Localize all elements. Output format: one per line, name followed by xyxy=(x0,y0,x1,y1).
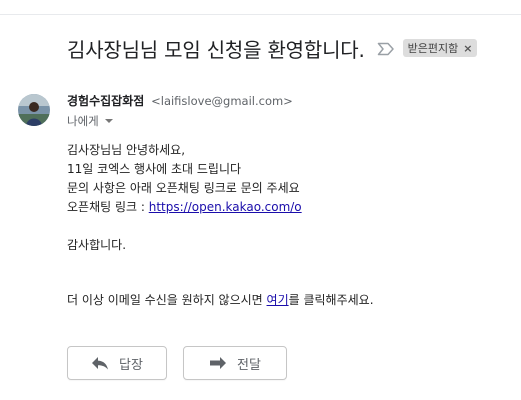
sender-name[interactable]: 경험수집잡화점 xyxy=(67,94,144,108)
open-chat-label: 오픈채팅 링크 : xyxy=(67,200,149,214)
forward-icon xyxy=(209,356,227,370)
forward-label: 전달 xyxy=(237,357,261,373)
email-view: 김사장님님 모임 신청을 환영합니다. 받은편지함 × 경험수집잡화점 <lai… xyxy=(0,0,521,400)
divider xyxy=(0,14,521,15)
body-line: 문의 사항은 아래 오픈채팅 링크로 문의 주세요 xyxy=(67,181,300,195)
body-line: 김사장님님 안녕하세요, xyxy=(67,143,186,157)
reply-icon xyxy=(91,356,109,370)
close-icon[interactable]: × xyxy=(463,42,472,55)
recipient-label: 나에게 xyxy=(67,114,99,128)
body-line-link: 오픈채팅 링크 : https://open.kakao.com/o xyxy=(67,198,302,217)
recipient-details-toggle[interactable]: 나에게 xyxy=(67,113,113,129)
reply-button[interactable]: 답장 xyxy=(67,346,167,380)
inbox-label-chip[interactable]: 받은편지함 × xyxy=(402,39,478,57)
unsubscribe-line: 더 이상 이메일 수신을 원하지 않으시면 여기를 클릭해주세요. xyxy=(67,291,374,308)
avatar[interactable] xyxy=(18,94,50,126)
forward-button[interactable]: 전달 xyxy=(183,346,287,380)
unsubscribe-suffix: 를 클릭해주세요. xyxy=(288,293,374,307)
sender-row: 경험수집잡화점 <laifislove@gmail.com> xyxy=(67,92,293,109)
inbox-label-text: 받은편지함 xyxy=(407,42,459,55)
reply-label: 답장 xyxy=(119,357,143,373)
email-subject: 김사장님님 모임 신청을 환영합니다. xyxy=(67,37,365,62)
open-chat-link[interactable]: https://open.kakao.com/o xyxy=(149,200,302,214)
chevron-down-icon[interactable] xyxy=(104,119,113,123)
sender-email: <laifislove@gmail.com> xyxy=(151,94,293,108)
subject-row: 김사장님님 모임 신청을 환영합니다. 받은편지함 × xyxy=(67,34,478,62)
unsubscribe-prefix: 더 이상 이메일 수신을 원하지 않으시면 xyxy=(67,293,267,307)
body-line: 11일 코엑스 행사에 초대 드립니다 xyxy=(67,162,242,176)
closing-line: 감사합니다. xyxy=(67,238,127,252)
email-body: 김사장님님 안녕하세요, 11일 코엑스 행사에 초대 드립니다 문의 사항은 … xyxy=(67,141,302,255)
unsubscribe-link[interactable]: 여기 xyxy=(267,293,289,307)
important-marker-icon[interactable] xyxy=(377,41,395,56)
